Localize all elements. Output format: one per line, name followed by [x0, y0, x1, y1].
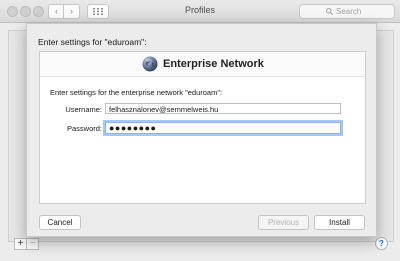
install-button[interactable]: Install — [314, 215, 365, 230]
search-field[interactable]: Search — [299, 4, 395, 19]
title-bar: ‹ › Profiles Search — [0, 0, 400, 23]
username-field[interactable]: felhasznalonev@semmelweis.hu — [105, 103, 341, 114]
sheet-title: Enter settings for "eduroam": — [38, 37, 147, 47]
network-globe-icon — [142, 56, 158, 72]
instructions-text: Enter settings for the enterprise networ… — [50, 88, 223, 97]
search-placeholder: Search — [336, 7, 362, 16]
panel-header-title: Enterprise Network — [163, 58, 264, 70]
panel-header: Enterprise Network — [40, 52, 365, 77]
remove-profile-button[interactable]: − — [26, 238, 39, 250]
username-label: Username: — [65, 105, 102, 114]
search-icon — [326, 8, 333, 15]
help-button[interactable]: ? — [375, 237, 388, 250]
settings-sheet: Enter settings for "eduroam": Enterprise… — [26, 23, 377, 237]
settings-panel: Enterprise Network Enter settings for th… — [39, 51, 366, 204]
password-label: Password: — [66, 124, 102, 133]
previous-button[interactable]: Previous — [258, 215, 309, 230]
cancel-button[interactable]: Cancel — [39, 215, 81, 230]
password-field[interactable]: ●●●●●●●● — [105, 122, 341, 134]
